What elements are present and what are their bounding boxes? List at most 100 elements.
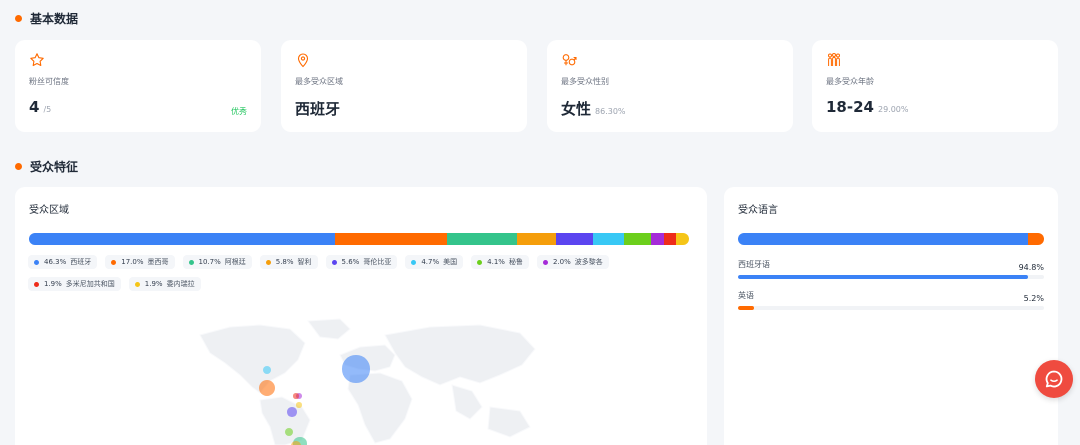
legend-color-dot	[111, 259, 117, 265]
language-percent: 5.2%	[1023, 294, 1044, 303]
legend-country: 委内瑞拉	[166, 280, 195, 288]
region-legend-item: 5.8% 智利	[259, 255, 318, 269]
legend-percent: 5.8%	[275, 258, 294, 266]
legend-country: 智利	[297, 258, 312, 266]
map-bubble	[293, 393, 299, 399]
section-title-audience: 受众特征	[30, 160, 79, 174]
legend-color-dot	[411, 259, 417, 265]
legend-color-dot	[265, 259, 271, 265]
region-legend-item: 1.9% 委内瑞拉	[128, 277, 201, 291]
region-bar-segment	[446, 233, 518, 245]
legend-percent: 4.7%	[421, 258, 440, 266]
region-legend-item: 5.6% 哥伦比亚	[325, 255, 398, 269]
legend-color-dot	[542, 259, 548, 265]
stat-card-top-gender: 最多受众性别 女性 86.30%	[547, 40, 793, 132]
legend-percent: 10.7%	[198, 258, 221, 266]
map-landmass	[199, 318, 536, 445]
language-track	[738, 306, 1044, 310]
language-row-spanish: 西班牙语 94.8%	[738, 259, 1044, 283]
stat-label: 最多受众年龄	[826, 77, 874, 86]
legend-percent: 46.3%	[44, 258, 67, 266]
stat-number: 西班牙	[295, 100, 341, 118]
region-bar-segment	[29, 233, 335, 245]
legend-color-dot	[188, 259, 194, 265]
section-title-basic: 基本数据	[30, 12, 79, 26]
region-bar-segment	[676, 233, 689, 245]
legend-color-dot	[34, 259, 39, 265]
legend-country: 美国	[443, 258, 458, 266]
rating-badge: 优秀	[231, 107, 247, 116]
region-legend-item: 4.7% 美国	[405, 255, 464, 269]
language-row-english: 英语 5.2%	[738, 290, 1044, 314]
language-bar-segment	[738, 233, 1029, 245]
gender-icon	[562, 54, 577, 66]
section-dot	[15, 163, 22, 170]
stat-value: 西班牙	[295, 98, 340, 119]
region-legend-item: 1.9% 多米尼加共和国	[28, 277, 121, 291]
language-card: 受众语言	[724, 187, 1058, 445]
legend-country: 哥伦比亚	[363, 258, 392, 266]
chat-button[interactable]	[1035, 360, 1073, 398]
legend-country: 秘鲁	[508, 258, 523, 266]
language-name: 西班牙语	[738, 260, 770, 269]
stat-number: 18-24	[826, 98, 874, 116]
language-fill	[738, 275, 1029, 279]
map-bubble	[287, 407, 297, 417]
language-name: 英语	[738, 291, 754, 300]
location-pin-icon	[297, 53, 309, 68]
region-stacked-bar	[29, 233, 689, 245]
legend-percent: 2.0%	[552, 258, 571, 266]
region-legend-item: 2.0% 波多黎各	[536, 255, 609, 269]
world-map	[199, 318, 536, 445]
map-bubble	[284, 427, 294, 437]
stat-sub: 86.30%	[595, 107, 626, 116]
region-bar-segment	[555, 233, 593, 245]
stat-value: 女性 86.30%	[561, 98, 626, 119]
language-percent: 94.8%	[1018, 263, 1044, 272]
legend-color-dot	[477, 259, 483, 265]
legend-country: 阿根廷	[224, 258, 246, 266]
chat-icon	[1045, 370, 1063, 388]
region-legend-item: 4.1% 秘鲁	[471, 255, 529, 269]
region-legend-item: 46.3% 西班牙	[28, 255, 98, 269]
region-legend-item: 10.7% 阿根廷	[182, 255, 252, 269]
stat-value: 18-24 29.00%	[826, 98, 909, 116]
star-icon	[30, 53, 44, 67]
region-bar-segment	[623, 233, 651, 245]
region-bar-segment	[592, 233, 624, 245]
legend-country: 西班牙	[70, 258, 92, 266]
legend-color-dot	[331, 259, 337, 265]
legend-color-dot	[134, 281, 140, 287]
region-bar-segment	[517, 233, 556, 245]
stat-label: 最多受众性别	[561, 77, 609, 86]
legend-country: 波多黎各	[574, 258, 603, 266]
region-legend-item: 17.0% 墨西哥	[105, 255, 175, 269]
legend-percent: 4.1%	[487, 258, 505, 266]
region-bar-segment	[650, 233, 664, 245]
stat-number: 4	[29, 98, 40, 116]
stat-value: 4 /5	[29, 98, 51, 116]
region-legend: 46.3% 西班牙 17.0% 墨西哥 10.7% 阿根廷 5.8% 智利 5.6% 哥伦比亚 4.…	[28, 255, 668, 291]
legend-color-dot	[34, 281, 39, 287]
language-fill	[738, 306, 754, 310]
legend-percent: 5.6%	[341, 258, 360, 266]
stat-card-credibility: 粉丝可信度 4 /5 优秀	[15, 40, 261, 132]
legend-percent: 1.9%	[144, 280, 163, 288]
region-bar-segment	[334, 233, 447, 245]
language-bar-segment	[1028, 233, 1044, 245]
stat-label: 粉丝可信度	[29, 77, 69, 86]
stat-card-top-age: 最多受众年龄 18-24 29.00%	[812, 40, 1058, 132]
people-age-icon	[828, 53, 840, 66]
stat-sub: 29.00%	[877, 105, 909, 114]
stat-sub: /5	[43, 105, 52, 114]
stat-number: 女性	[561, 100, 592, 118]
legend-country: 墨西哥	[147, 258, 169, 266]
language-title: 受众语言	[738, 205, 778, 216]
map-bubble	[296, 402, 302, 408]
stat-card-top-region: 最多受众区域 西班牙	[281, 40, 527, 132]
legend-percent: 1.9%	[44, 280, 62, 288]
region-title: 受众区域	[29, 205, 69, 216]
language-stacked-bar	[738, 233, 1044, 245]
language-track	[738, 275, 1044, 279]
section-basic-data: 基本数据	[15, 10, 78, 27]
